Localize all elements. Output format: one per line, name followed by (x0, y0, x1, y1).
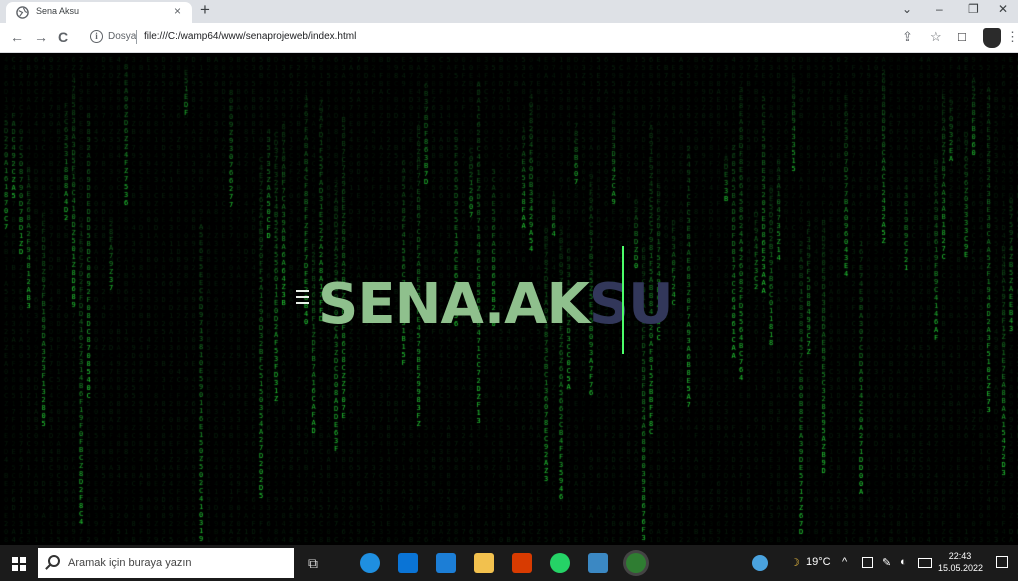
photos-icon[interactable] (588, 553, 608, 573)
pen-icon[interactable]: ✎ (882, 556, 891, 569)
keyboard-icon[interactable] (918, 558, 932, 568)
profile-avatar[interactable] (983, 28, 1001, 48)
windows-taskbar: Aramak için buraya yazın ⧉ ☽ 19°C ^ ✎ ◐ … (0, 545, 1018, 581)
chrome-icon[interactable] (626, 553, 646, 573)
side-panel-icon[interactable]: □ (958, 29, 966, 44)
hamburger-icon[interactable] (296, 290, 309, 308)
forward-button[interactable]: → (34, 29, 48, 45)
globe-icon (16, 6, 29, 19)
hero-faded-text: SU (588, 272, 674, 337)
network-icon[interactable] (862, 557, 873, 568)
typing-cursor (622, 246, 624, 354)
help-icon[interactable] (752, 555, 768, 571)
address-bar[interactable]: i Dosya file:///C:/wamp64/www/senaprojew… (80, 27, 888, 49)
tab-close-button[interactable]: × (174, 4, 181, 18)
hero-typed-text: SENA.AK (318, 272, 590, 337)
speaker-icon[interactable]: ◐ (900, 556, 907, 568)
windows-start-icon[interactable] (12, 557, 26, 571)
share-icon[interactable]: ⇪ (902, 29, 913, 45)
menu-kebab-icon[interactable]: ⋮ (1006, 29, 1018, 45)
tab-strip: Sena Aksu × + ⌄ – ❐ ✕ (0, 0, 1018, 23)
tab-search-button[interactable]: ⌄ (902, 2, 912, 16)
task-view-icon[interactable]: ⧉ (308, 555, 318, 572)
office-icon[interactable] (512, 553, 532, 573)
scheme-label: Dosya (108, 31, 137, 42)
page-content: SENA.AKSU (0, 54, 1018, 545)
minimize-button[interactable]: – (936, 2, 943, 16)
browser-toolbar: ← → C i Dosya file:///C:/wamp64/www/sena… (0, 23, 1018, 53)
notification-icon[interactable] (996, 556, 1008, 568)
edge-icon[interactable] (360, 553, 380, 573)
whatsapp-icon[interactable] (550, 553, 570, 573)
clock-time: 22:43 (948, 551, 972, 561)
back-button[interactable]: ← (10, 29, 24, 45)
bookmark-star-icon[interactable]: ☆ (930, 29, 942, 45)
browser-tab[interactable]: Sena Aksu × (6, 2, 192, 23)
new-tab-button[interactable]: + (200, 0, 210, 20)
close-window-button[interactable]: ✕ (998, 2, 1008, 16)
search-icon (48, 555, 60, 567)
search-placeholder: Aramak için buraya yazın (68, 557, 192, 569)
clock[interactable]: 22:43 15.05.2022 (938, 550, 984, 574)
tray-arrow-icon[interactable]: ^ (842, 556, 847, 568)
store-icon[interactable] (398, 553, 418, 573)
divider (136, 30, 137, 44)
weather-temp[interactable]: 19°C (806, 556, 831, 568)
clock-date: 15.05.2022 (938, 563, 984, 573)
mail-icon[interactable] (436, 553, 456, 573)
moon-weather-icon: ☽ (790, 557, 800, 569)
explorer-icon[interactable] (474, 553, 494, 573)
restore-button[interactable]: ❐ (968, 2, 979, 16)
url-text[interactable]: file:///C:/wamp64/www/senaprojeweb/index… (144, 31, 356, 42)
info-icon[interactable]: i (90, 30, 103, 43)
tab-title: Sena Aksu (36, 6, 80, 16)
reload-button[interactable]: C (58, 29, 68, 45)
taskbar-search-input[interactable]: Aramak için buraya yazın (38, 548, 294, 578)
